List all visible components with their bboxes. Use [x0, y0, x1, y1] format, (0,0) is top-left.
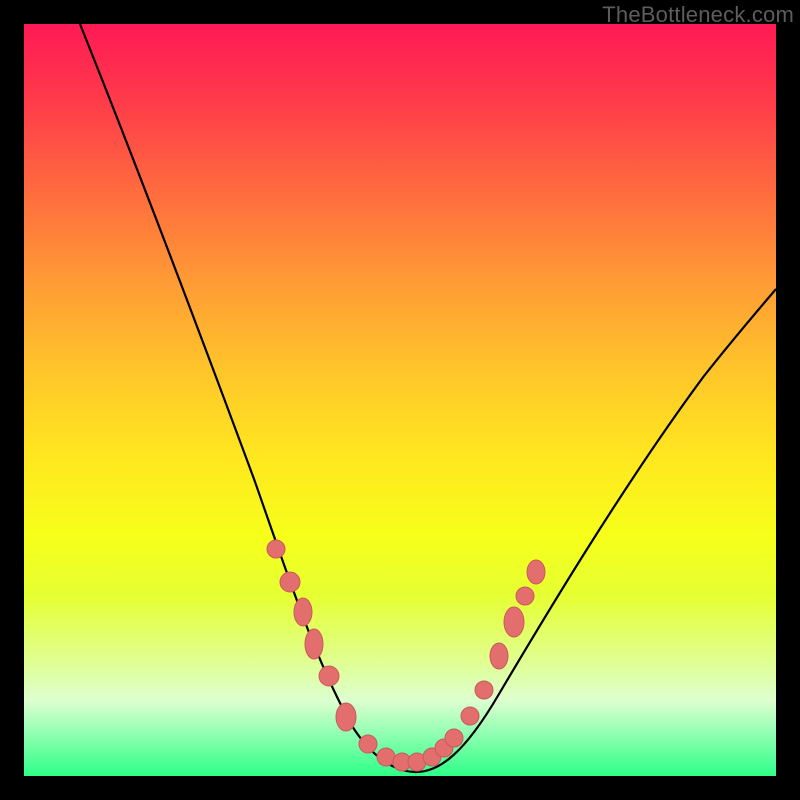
data-point — [475, 681, 493, 699]
chart-overlay — [24, 24, 776, 776]
data-point — [294, 598, 312, 626]
watermark-text: TheBottleneck.com — [602, 2, 794, 28]
bottleneck-curve — [80, 24, 776, 772]
plot-area — [24, 24, 776, 776]
data-point — [336, 703, 356, 731]
data-point — [490, 643, 508, 669]
data-point — [280, 572, 300, 592]
data-point — [377, 748, 395, 766]
data-point — [359, 735, 377, 753]
data-point — [319, 666, 339, 686]
chart-container: TheBottleneck.com — [0, 0, 800, 800]
data-point — [445, 729, 463, 747]
data-point — [305, 629, 323, 659]
data-point — [267, 540, 285, 558]
data-point — [504, 607, 524, 637]
data-point — [527, 560, 545, 584]
data-point — [516, 587, 534, 605]
data-point — [461, 707, 479, 725]
